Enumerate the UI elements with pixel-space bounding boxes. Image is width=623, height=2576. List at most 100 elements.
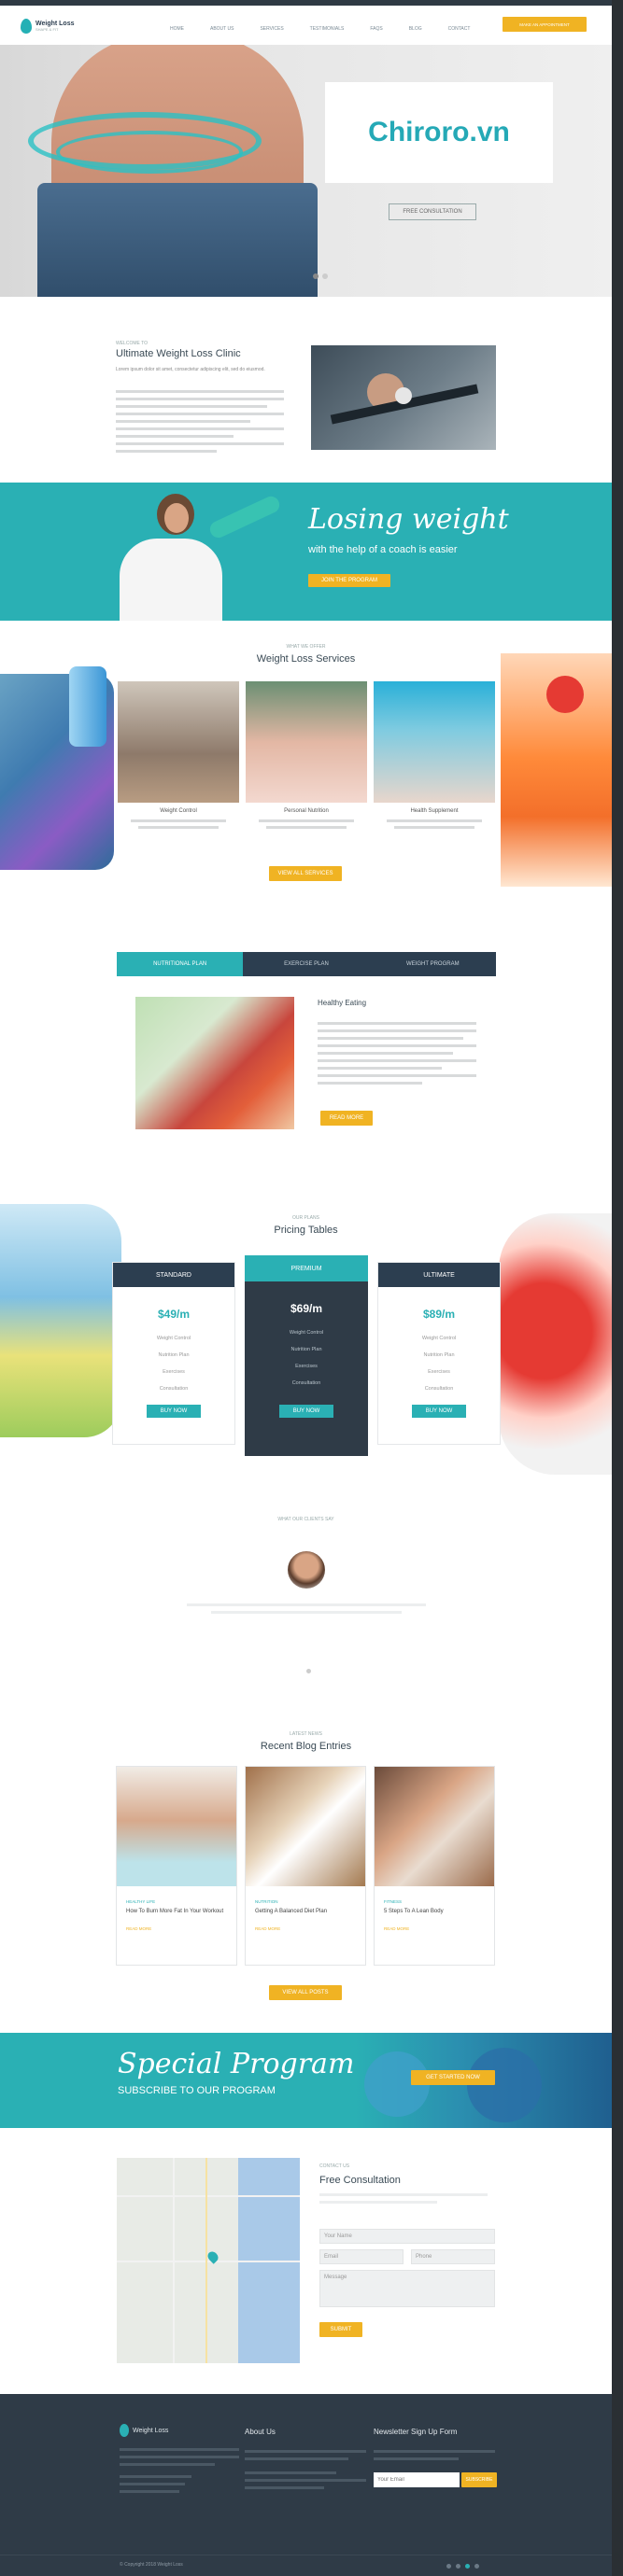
pricing-title: Pricing Tables	[274, 1225, 338, 1236]
pricing-decor-bottle-tape	[0, 1204, 121, 1437]
promo-banner: Losing weight with the help of a coach i…	[0, 483, 612, 621]
blog-post-read-more[interactable]: READ MORE	[384, 1926, 485, 1931]
plan-feature: Consultation	[291, 1380, 321, 1386]
consult-submit-button[interactable]: SUBMIT	[319, 2322, 362, 2337]
view-all-services-button[interactable]: VIEW ALL SERVICES	[269, 866, 342, 881]
blog-post-title[interactable]: Getting A Balanced Diet Plan	[255, 1908, 356, 1915]
plan-buy-button[interactable]: BUY NOW	[147, 1405, 201, 1418]
menu-item-home[interactable]: HOME	[170, 26, 184, 32]
footer-about-links	[245, 2450, 366, 2494]
facebook-icon[interactable]	[446, 2564, 451, 2569]
blog-post-card[interactable]: HEALTHY LIFE How To Burn More Fat In You…	[116, 1766, 237, 1966]
plan-feature: Exercises	[428, 1369, 450, 1375]
blog-post-title[interactable]: How To Burn More Fat In Your Workout	[126, 1908, 227, 1915]
tab-nutritional-plan[interactable]: NUTRITIONAL PLAN	[117, 952, 244, 976]
promo-subline: with the help of a coach is easier	[308, 544, 458, 555]
tab-image-healthy-eating	[135, 997, 294, 1129]
consult-phone-input[interactable]: Phone	[411, 2249, 495, 2264]
promo-button[interactable]: JOIN THE PROGRAM	[308, 574, 390, 587]
site-logo[interactable]: Weight Loss SHAPE & FIT	[21, 19, 74, 34]
footer-logo-name: Weight Loss	[133, 2427, 169, 2434]
testimonial-text	[187, 1603, 426, 1618]
watermark: Chiroro.vn	[325, 82, 553, 183]
service-card[interactable]: Health Supplement	[374, 681, 495, 840]
special-button[interactable]: GET STARTED NOW	[411, 2070, 495, 2085]
footer-newsletter-text	[374, 2450, 495, 2465]
consult-kicker: CONTACT US	[319, 2163, 350, 2169]
tab-panel-title: Healthy Eating	[318, 999, 367, 1007]
plan-name: STANDARD	[113, 1263, 234, 1287]
service-card[interactable]: Personal Nutrition	[246, 681, 367, 840]
plan-feature: Weight Control	[289, 1330, 324, 1336]
instagram-icon[interactable]	[465, 2564, 470, 2569]
menu-item-services[interactable]: SERVICES	[260, 26, 283, 32]
hero-consultation-button[interactable]: FREE CONSULTATION	[389, 203, 476, 220]
view-all-posts-button[interactable]: VIEW ALL POSTS	[269, 1985, 342, 2000]
location-map[interactable]	[117, 2158, 300, 2363]
plan-feature: Nutrition Plan	[423, 1352, 455, 1358]
plan-feature: Consultation	[424, 1386, 454, 1392]
menu-item-contact[interactable]: CONTACT	[448, 26, 471, 32]
plan-feature: Exercises	[163, 1369, 185, 1375]
logo-subtitle: SHAPE & FIT	[35, 27, 59, 32]
newsletter-subscribe-button[interactable]: SUBSCRIBE	[461, 2472, 497, 2487]
services-decor-bottle	[69, 666, 106, 747]
appointment-button[interactable]: MAKE AN APPOINTMENT	[503, 17, 587, 32]
blog-post-read-more[interactable]: READ MORE	[126, 1926, 227, 1931]
footer-logo[interactable]: Weight Loss	[120, 2424, 168, 2437]
services-decor-strawberry	[546, 676, 584, 713]
service-image-weight-control	[118, 681, 239, 803]
menu-item-blog[interactable]: BLOG	[409, 26, 422, 32]
menu-item-faqs[interactable]: FAQS	[370, 26, 382, 32]
about-kicker: WELCOME TO	[116, 341, 148, 346]
blog-post-read-more[interactable]: READ MORE	[255, 1926, 356, 1931]
plan-feature: Nutrition Plan	[290, 1347, 322, 1352]
blog-post-title[interactable]: 5 Steps To A Lean Body	[384, 1908, 485, 1915]
logo-icon	[21, 19, 32, 34]
pricing-kicker: OUR PLANS	[292, 1215, 319, 1221]
consult-title: Free Consultation	[319, 2175, 401, 2186]
twitter-icon[interactable]	[456, 2564, 460, 2569]
tab-read-more-button[interactable]: READ MORE	[320, 1111, 373, 1126]
footer: Weight Loss About Us Newsletter Sign Up …	[0, 2394, 612, 2576]
service-image-nutrition	[246, 681, 367, 803]
services-kicker: WHAT WE OFFER	[286, 644, 326, 650]
blog-post-category: NUTRITION	[255, 1899, 278, 1904]
promo-bottle	[206, 493, 283, 541]
special-headline: Special Program	[118, 2048, 355, 2080]
special-subline: SUBSCRIBE TO OUR PROGRAM	[118, 2085, 276, 2096]
promo-woman-face	[164, 503, 189, 533]
consult-text	[319, 2193, 488, 2208]
consult-email-input[interactable]: Email	[319, 2249, 404, 2264]
tab-weight-program[interactable]: WEIGHT PROGRAM	[370, 952, 496, 976]
plan-price: $89/m	[422, 1308, 456, 1321]
newsletter-email-input[interactable]	[374, 2472, 460, 2487]
main-navigation: Weight Loss SHAPE & FIT HOME ABOUT US SE…	[0, 6, 612, 45]
pricing-decor-tomatoes	[499, 1213, 612, 1475]
youtube-icon[interactable]	[474, 2564, 479, 2569]
testimonial-dot[interactable]	[306, 1669, 311, 1673]
plan-feature: Consultation	[159, 1386, 189, 1392]
service-label: Personal Nutrition	[284, 808, 329, 814]
hero-image-jeans	[37, 183, 318, 297]
tab-exercise-plan[interactable]: EXERCISE PLAN	[243, 952, 369, 976]
service-card[interactable]: Weight Control	[118, 681, 239, 840]
service-label: Weight Control	[160, 808, 197, 814]
consult-name-input[interactable]: Your Name	[319, 2229, 495, 2244]
blog-post-card[interactable]: NUTRITION Getting A Balanced Diet Plan R…	[245, 1766, 366, 1966]
play-icon[interactable]	[395, 387, 412, 404]
plan-name: PREMIUM	[245, 1255, 368, 1281]
testimonial-avatar	[288, 1551, 325, 1589]
consult-message-input[interactable]: Message	[319, 2270, 495, 2307]
blog-post-card[interactable]: FITNESS 5 Steps To A Lean Body READ MORE	[374, 1766, 495, 1966]
about-paragraph	[116, 390, 284, 457]
window-edge	[612, 0, 623, 2576]
blog-post-category: HEALTHY LIFE	[126, 1899, 156, 1904]
menu-item-about[interactable]: ABOUT US	[210, 26, 234, 32]
menu-item-testimonials[interactable]: TESTIMONIALS	[310, 26, 345, 32]
about-title: Ultimate Weight Loss Clinic	[116, 348, 241, 359]
slider-dot-active[interactable]	[313, 273, 319, 279]
slider-dot[interactable]	[322, 273, 328, 279]
plan-buy-button[interactable]: BUY NOW	[412, 1405, 466, 1418]
plan-buy-button[interactable]: BUY NOW	[279, 1405, 333, 1418]
